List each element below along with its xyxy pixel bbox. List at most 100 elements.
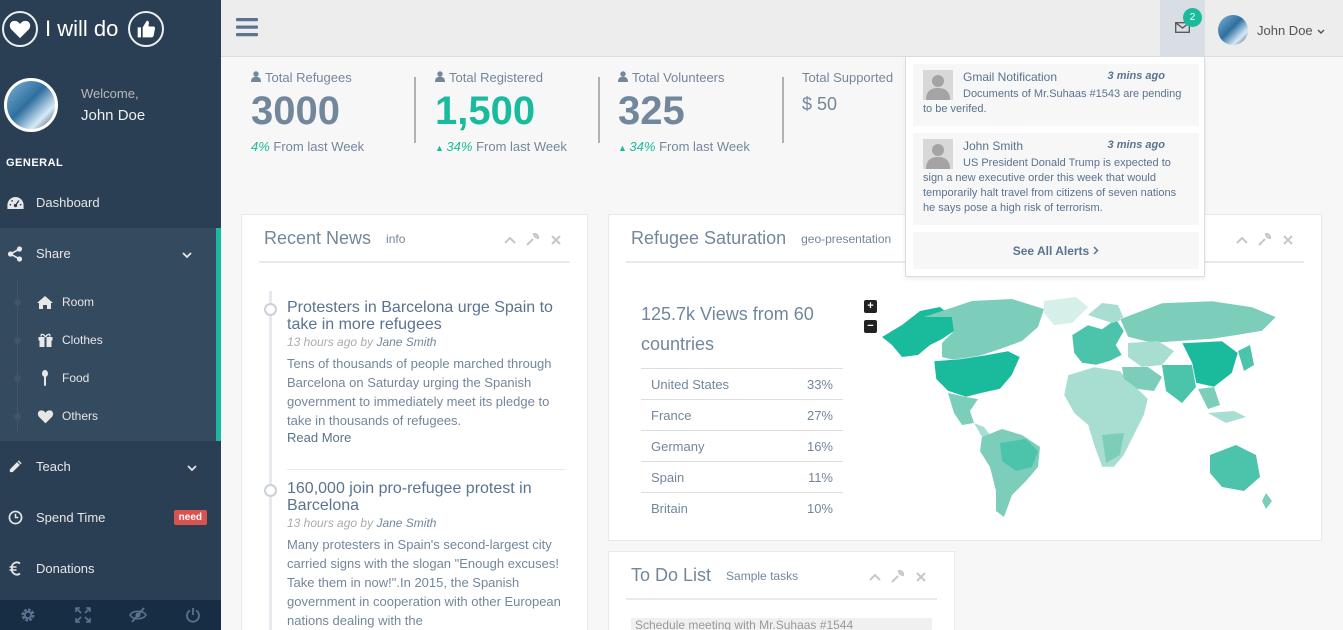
close-icon[interactable] xyxy=(914,570,927,583)
read-more-link[interactable]: Read More xyxy=(287,430,565,445)
sort-asc-icon: ▲ xyxy=(435,143,447,153)
wrench-icon[interactable] xyxy=(526,233,539,246)
news-title[interactable]: Protesters in Barcelona urge Spain to ta… xyxy=(287,299,565,333)
close-icon[interactable] xyxy=(1281,233,1294,246)
share-submenu: Room Clothes Food Others xyxy=(0,279,221,441)
wrench-icon[interactable] xyxy=(891,570,904,583)
gift-icon xyxy=(36,333,54,347)
news-meta: 13 hours ago by Jane Smith xyxy=(287,335,437,349)
country-table: United States 33% France 27% Germany 16% Sp… xyxy=(641,368,843,524)
user-menu[interactable]: John Doe xyxy=(1218,15,1325,45)
table-row: United States 33% xyxy=(641,368,843,400)
avatar[interactable] xyxy=(4,78,58,132)
views-summary: 125.7k Views from 60 countries xyxy=(641,304,814,354)
notifications-button[interactable]: 2 xyxy=(1160,0,1205,57)
alert-sender: Gmail Notification xyxy=(963,70,1058,84)
clock-icon xyxy=(6,509,24,527)
tile-change: ▲ 34% From last Week xyxy=(618,139,750,154)
user-icon xyxy=(435,70,445,85)
sidebar-item-teach[interactable]: Teach xyxy=(0,441,221,492)
alert-item[interactable]: John Smith 3 mins ago US President Donald… xyxy=(913,133,1199,225)
notification-count-badge: 2 xyxy=(1183,8,1202,27)
recent-news-panel: Recent News info Protesters in Barcelona… xyxy=(241,214,588,630)
sidebar-item-room[interactable]: Room xyxy=(0,283,216,321)
see-all-alerts-link[interactable]: See All Alerts xyxy=(913,232,1199,269)
table-row: Germany 16% xyxy=(641,430,843,462)
need-badge: need xyxy=(173,510,207,525)
close-icon[interactable] xyxy=(549,233,562,246)
sidebar-item-spend-time[interactable]: Spend Time need xyxy=(0,492,221,543)
panel-title: Refugee Saturation xyxy=(631,227,787,248)
tile-label: Total Supported xyxy=(802,70,894,85)
pencil-icon xyxy=(6,458,24,476)
power-icon[interactable] xyxy=(166,607,221,623)
fullscreen-icon[interactable] xyxy=(55,607,110,623)
top-nav: 2 John Doe xyxy=(221,0,1343,57)
sidebar-item-label: Dashboard xyxy=(36,195,100,210)
sidebar-item-share[interactable]: Share xyxy=(0,228,221,279)
sort-asc-icon: ▲ xyxy=(618,143,630,153)
tile-label: Total Volunteers xyxy=(632,70,725,85)
user-icon xyxy=(618,70,628,85)
sidebar-item-clothes[interactable]: Clothes xyxy=(0,321,216,359)
tile-total-volunteers: Total Volunteers 325 ▲ 34% From last Wee… xyxy=(618,70,750,154)
panel-subtitle: info xyxy=(386,232,406,246)
alert-time: 3 mins ago xyxy=(1107,70,1165,82)
user-name: John Doe xyxy=(1257,22,1313,38)
sidebar-item-food[interactable]: Food xyxy=(0,359,216,397)
sidebar-item-label: Spend Time xyxy=(36,510,106,525)
chevron-up-icon[interactable] xyxy=(503,233,516,246)
todo-panel: To Do List Sample tasks Schedule meeting… xyxy=(608,551,955,630)
tile-total-refugees: Total Refugees 3000 4% From last Week xyxy=(251,70,364,154)
user-icon xyxy=(251,70,261,85)
tile-change: 4% From last Week xyxy=(251,139,365,154)
sidebar-item-label: Share xyxy=(36,246,71,261)
avatar xyxy=(923,139,953,169)
alert-item[interactable]: Gmail Notification 3 mins ago Documents o… xyxy=(913,64,1199,126)
chevron-down-icon xyxy=(182,247,192,262)
share-icon xyxy=(6,245,24,263)
alerts-dropdown: Gmail Notification 3 mins ago Documents o… xyxy=(905,57,1205,277)
home-icon xyxy=(36,295,54,309)
chevron-up-icon[interactable] xyxy=(1235,233,1248,246)
sidebar-item-label: Room xyxy=(62,295,95,309)
chevron-down-icon xyxy=(1317,23,1325,38)
section-title: GENERAL xyxy=(6,157,64,169)
news-title[interactable]: 160,000 join pro-refugee protest in Barc… xyxy=(287,480,565,514)
tile-count: 3000 xyxy=(251,89,340,133)
news-text: Many protesters in Spain's second-larges… xyxy=(287,537,561,628)
news-item: Protesters in Barcelona urge Spain to ta… xyxy=(264,299,565,445)
alert-sender: John Smith xyxy=(963,139,1024,153)
wrench-icon[interactable] xyxy=(1258,233,1271,246)
table-row: Britain 10% xyxy=(641,492,843,524)
sidebar-item-dashboard[interactable]: Dashboard xyxy=(0,177,221,228)
table-row: Spain 11% xyxy=(641,461,843,493)
world-map[interactable] xyxy=(862,295,1282,523)
alert-message: US President Donald Trump is expected to… xyxy=(923,157,1177,214)
sidebar-item-donations[interactable]: Donations xyxy=(0,543,221,594)
panel-subtitle: geo-presentation xyxy=(801,232,892,246)
sidebar: I will do Welcome, John Doe GENERAL Dash… xyxy=(0,0,221,630)
panel-subtitle: Sample tasks xyxy=(726,569,799,583)
table-row: France 27% xyxy=(641,399,843,431)
menu-toggle-icon[interactable] xyxy=(236,17,258,40)
brand[interactable]: I will do xyxy=(0,0,221,57)
tile-total-supported: Total Supported $ 50 xyxy=(802,70,893,115)
sidebar-item-label: Clothes xyxy=(62,333,103,347)
chevron-down-icon xyxy=(187,460,197,475)
settings-icon[interactable] xyxy=(0,607,55,623)
sidebar-footer xyxy=(0,600,221,630)
thumbs-up-icon xyxy=(128,10,165,47)
panel-title: Recent News xyxy=(264,227,372,248)
news-meta: 13 hours ago by Jane Smith xyxy=(287,516,437,530)
avatar xyxy=(1218,15,1248,45)
welcome-text: Welcome, xyxy=(81,86,139,101)
eye-close-icon[interactable] xyxy=(111,607,166,623)
tile-count: 1,500 xyxy=(435,89,536,133)
sidebar-item-others[interactable]: Others xyxy=(0,397,216,435)
todo-item[interactable]: Schedule meeting with Mr.Suhaas #1544 xyxy=(631,618,932,630)
chevron-up-icon[interactable] xyxy=(868,570,881,583)
avatar xyxy=(923,70,953,100)
news-item: 160,000 join pro-refugee protest in Barc… xyxy=(264,480,565,630)
sidebar-item-label: Others xyxy=(62,409,99,423)
